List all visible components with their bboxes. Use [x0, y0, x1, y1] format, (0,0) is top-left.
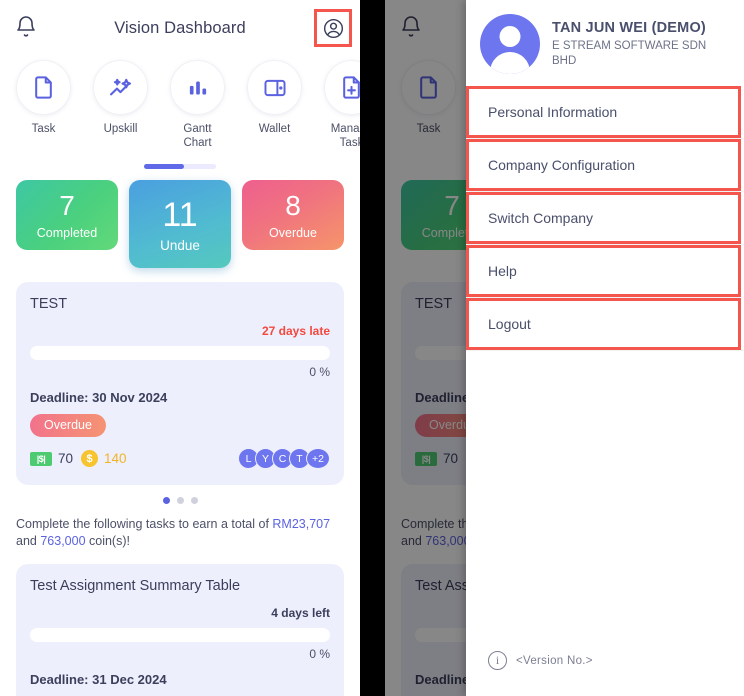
- earn-middle: and: [16, 534, 41, 548]
- status-badge: Overdue: [30, 414, 106, 437]
- drawer-user-name: TAN JUN WEI (DEMO): [552, 19, 706, 36]
- quicknav-item-wallet[interactable]: Wallet: [247, 60, 302, 150]
- account-drawer: TAN JUN WEI (DEMO) E STREAM SOFTWARE SDN…: [466, 0, 744, 696]
- coin-icon: $: [81, 450, 99, 467]
- drawer-item-label: Personal Information: [488, 104, 618, 120]
- member-avatars[interactable]: LYCT +2: [238, 448, 330, 469]
- task-card[interactable]: TEST 27 days late 0 % Deadline: 30 Nov 2…: [16, 282, 344, 485]
- cash-value: 70: [443, 451, 459, 466]
- summary-days-left: 4 days left: [271, 606, 330, 620]
- drawer-menu: Personal Information Company Configurati…: [466, 86, 744, 351]
- summary-progress-percent: 0 %: [309, 647, 330, 661]
- quicknav-label: Task: [416, 123, 441, 135]
- bar-chart-icon: [170, 60, 225, 115]
- cash-icon: |$|: [415, 451, 437, 466]
- task-rewards: |$| 70 $ 140 LYCT +2: [30, 448, 330, 469]
- quicknav-item-task[interactable]: Task: [16, 60, 71, 150]
- quicknav-item-upskill[interactable]: Upskill: [93, 60, 148, 150]
- drawer-item-label: Logout: [488, 316, 531, 332]
- info-circle-icon: i: [488, 651, 507, 670]
- screenshot-stage: Vision Dashboard Task Upskill Gantt Char…: [0, 0, 744, 696]
- quicknav-label: Upskill: [103, 123, 138, 135]
- stat-label: Completed: [36, 226, 98, 240]
- phone-screen-left: Vision Dashboard Task Upskill Gantt Char…: [0, 0, 360, 696]
- cash-icon: |$|: [30, 451, 52, 466]
- earn-coins: 763,000: [425, 534, 471, 548]
- carousel-dot[interactable]: [176, 497, 184, 504]
- stat-value: 11: [162, 196, 198, 234]
- person-avatar-icon: [480, 14, 540, 74]
- cash-value: 70: [58, 451, 74, 466]
- carousel-dot[interactable]: [190, 497, 198, 504]
- cash-reward: |$| 70: [30, 451, 73, 466]
- drawer-item-personal-information[interactable]: Personal Information: [466, 86, 744, 139]
- section-scroll-indicator[interactable]: [144, 164, 216, 169]
- quicknav-label: Task: [31, 123, 56, 135]
- earn-suffix: coin(s)!: [85, 534, 130, 548]
- document-add-icon: [324, 60, 360, 115]
- quicknav-label: Wallet: [258, 123, 291, 135]
- drawer-version-footer: i <Version No.>: [466, 651, 744, 696]
- stat-value: 7: [59, 190, 75, 221]
- task-card-late-note: 27 days late: [261, 324, 330, 338]
- task-progress-bar: [30, 346, 330, 360]
- document-icon: [401, 60, 456, 115]
- stat-card-completed[interactable]: 7 Completed: [16, 180, 118, 250]
- earn-summary-text: Complete the following tasks to earn a t…: [16, 516, 344, 550]
- quicknav-label: Gantt Chart: [183, 123, 212, 149]
- quicknav-item-gantt-chart[interactable]: Gantt Chart: [170, 60, 225, 150]
- task-deadline: Deadline: 30 Nov 2024: [30, 390, 168, 405]
- summary-card-title: Test Assignment Summary Table: [30, 578, 241, 594]
- stat-cards: 7 Completed 11 Undue 8 Overdue: [0, 169, 360, 268]
- drawer-item-label: Help: [488, 263, 517, 279]
- page-title: Vision Dashboard: [114, 18, 246, 37]
- earn-middle: and: [401, 534, 426, 548]
- stat-label: Overdue: [269, 226, 317, 240]
- stat-label: Undue: [160, 238, 200, 253]
- drawer-version-text: <Version No.>: [516, 654, 593, 667]
- task-progress-percent: 0 %: [309, 365, 330, 379]
- drawer-item-label: Company Configuration: [488, 157, 636, 173]
- document-icon: [16, 60, 71, 115]
- carousel-dot[interactable]: [162, 497, 170, 504]
- quicknav-item-manage-task[interactable]: Manage Task: [324, 60, 360, 150]
- summary-deadline: Deadline: 31 Dec 2024: [30, 672, 167, 687]
- quicknav-label: Manage Task: [330, 123, 360, 149]
- task-card-title: TEST: [30, 296, 68, 312]
- avatar-highlight-box: [314, 9, 352, 47]
- stat-value: 8: [285, 190, 301, 221]
- earn-coins: 763,000: [40, 534, 86, 548]
- drawer-item-logout[interactable]: Logout: [466, 298, 744, 351]
- summary-progress-bar: [30, 628, 330, 642]
- stat-card-overdue[interactable]: 8 Overdue: [242, 180, 344, 250]
- cash-reward: |$| 70: [415, 451, 458, 466]
- sparkle-chart-icon: [93, 60, 148, 115]
- drawer-org-name: E STREAM SOFTWARE SDN BHD: [552, 39, 707, 67]
- drawer-item-switch-company[interactable]: Switch Company: [466, 192, 744, 245]
- quicknav-item-task[interactable]: Task: [401, 60, 456, 150]
- drawer-item-label: Switch Company: [488, 210, 594, 226]
- drawer-user-header: TAN JUN WEI (DEMO) E STREAM SOFTWARE SDN…: [466, 0, 744, 86]
- stat-card-undue[interactable]: 11 Undue: [129, 180, 231, 268]
- quick-nav: Task Upskill Gantt Chart Wallet Manage T…: [0, 56, 360, 150]
- earn-amount: RM23,707: [272, 517, 331, 531]
- drawer-item-company-configuration[interactable]: Company Configuration: [466, 139, 744, 192]
- carousel-dots[interactable]: [0, 497, 360, 504]
- app-bar: Vision Dashboard: [0, 0, 360, 56]
- earn-prefix: Complete the following tasks to earn a t…: [16, 517, 273, 531]
- coin-value: 140: [104, 451, 127, 466]
- wallet-icon: [247, 60, 302, 115]
- member-chip-more: +2: [306, 448, 330, 469]
- bell-icon[interactable]: [14, 15, 40, 41]
- summary-card[interactable]: Test Assignment Summary Table 4 days lef…: [16, 564, 344, 696]
- bell-icon[interactable]: [399, 15, 425, 41]
- drawer-item-help[interactable]: Help: [466, 245, 744, 298]
